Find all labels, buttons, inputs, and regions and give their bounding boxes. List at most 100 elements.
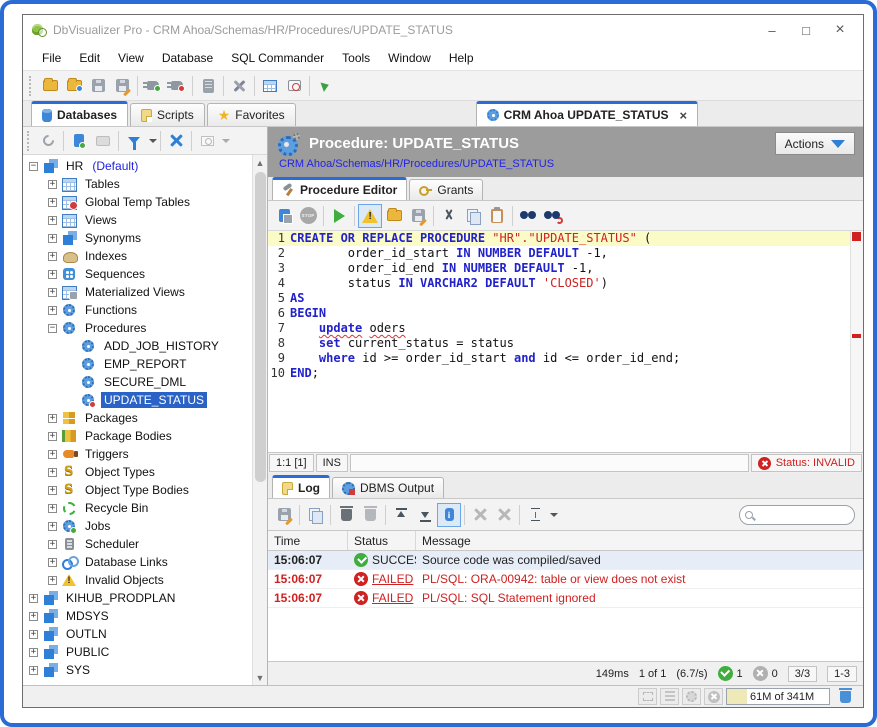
tree-expander-icon[interactable]: + bbox=[48, 180, 57, 189]
scroll-to-bottom-button[interactable] bbox=[413, 503, 437, 527]
paste-button[interactable] bbox=[485, 204, 509, 228]
code-line-6[interactable]: 6BEGIN bbox=[268, 306, 850, 321]
log-search-box[interactable] bbox=[739, 505, 855, 525]
tree-item-synonyms[interactable]: +Synonyms bbox=[23, 229, 252, 247]
tree-expander-icon[interactable]: + bbox=[29, 594, 38, 603]
scroll-up-icon[interactable]: ▲ bbox=[253, 155, 268, 170]
tree-item-views[interactable]: +Views bbox=[23, 211, 252, 229]
disconnect-button[interactable] bbox=[165, 74, 189, 98]
tree-expander-icon[interactable]: + bbox=[48, 288, 57, 297]
show-info-toggle[interactable]: i bbox=[437, 503, 461, 527]
log-row-failed[interactable]: 15:06:07FAILEDPL/SQL: SQL Statement igno… bbox=[268, 589, 863, 608]
tree-expander-icon[interactable]: + bbox=[48, 558, 57, 567]
tab-favorites[interactable]: ★ Favorites bbox=[207, 103, 296, 126]
tree-item-package-bodies[interactable]: +Package Bodies bbox=[23, 427, 252, 445]
search-input[interactable] bbox=[753, 507, 854, 523]
stop-button[interactable]: STOP bbox=[296, 204, 320, 228]
collapse-all-log-button[interactable] bbox=[492, 503, 516, 527]
find-replace-button[interactable] bbox=[540, 204, 564, 228]
tasks-button[interactable] bbox=[682, 688, 701, 705]
tree-expander-icon[interactable]: + bbox=[48, 522, 57, 531]
collapse-all-button[interactable] bbox=[164, 129, 188, 153]
toolbar-grip[interactable] bbox=[27, 131, 32, 151]
tree-item-kihub-prodplan[interactable]: +KIHUB_PRODPLAN bbox=[23, 589, 252, 607]
tab-scripts[interactable]: Scripts bbox=[130, 103, 205, 126]
expand-all-button[interactable] bbox=[468, 503, 492, 527]
log-row-success[interactable]: 15:06:07SUCCESSSource code was compiled/… bbox=[268, 551, 863, 570]
tree-expander-icon[interactable]: + bbox=[48, 468, 57, 477]
breadcrumb[interactable]: CRM Ahoa/Schemas/HR/Procedures/UPDATE_ST… bbox=[279, 158, 855, 170]
menu-edit[interactable]: Edit bbox=[70, 47, 109, 69]
monitor-button[interactable] bbox=[282, 74, 306, 98]
save-as-button[interactable] bbox=[110, 74, 134, 98]
menu-window[interactable]: Window bbox=[379, 47, 440, 69]
open-settings-button[interactable] bbox=[62, 74, 86, 98]
tree-expander-icon[interactable]: + bbox=[48, 306, 57, 315]
tree-expander-icon[interactable]: + bbox=[29, 612, 38, 621]
tree-expander-icon[interactable]: + bbox=[48, 234, 57, 243]
menu-help[interactable]: Help bbox=[440, 47, 483, 69]
minimize-button[interactable]: – bbox=[755, 17, 789, 43]
tab-log[interactable]: Log bbox=[272, 475, 330, 498]
error-marker-line7[interactable] bbox=[852, 334, 861, 338]
tree-expander-icon[interactable]: + bbox=[48, 504, 57, 513]
close-button[interactable]: × bbox=[823, 17, 857, 43]
actions-button[interactable]: Actions bbox=[775, 132, 855, 155]
tree-expander-icon[interactable]: + bbox=[48, 540, 57, 549]
spacing-dropdown-arrow[interactable] bbox=[550, 513, 558, 517]
grid-view-button[interactable] bbox=[258, 74, 282, 98]
code-line-4[interactable]: 4 status IN VARCHAR2 DEFAULT 'CLOSED') bbox=[268, 276, 850, 291]
tree-expander-icon[interactable]: + bbox=[48, 198, 57, 207]
new-connection-button[interactable] bbox=[67, 129, 91, 153]
save-to-database-button[interactable] bbox=[272, 204, 296, 228]
find-button[interactable] bbox=[516, 204, 540, 228]
cancel-tasks-button[interactable] bbox=[704, 688, 723, 705]
tree-expander-icon[interactable]: + bbox=[48, 252, 57, 261]
tab-procedure-editor[interactable]: Procedure Editor bbox=[272, 177, 407, 200]
tree-item-database-links[interactable]: +Database Links bbox=[23, 553, 252, 571]
clear-on-execute-button[interactable] bbox=[358, 503, 382, 527]
error-marker-strip[interactable] bbox=[850, 231, 863, 452]
tree-item-add-job-history[interactable]: ADD_JOB_HISTORY bbox=[23, 337, 252, 355]
tree-expander-icon[interactable]: − bbox=[29, 162, 38, 171]
tree-expander-icon[interactable]: + bbox=[48, 270, 57, 279]
save-to-file-button[interactable] bbox=[406, 204, 430, 228]
scroll-down-icon[interactable]: ▼ bbox=[253, 670, 268, 685]
tool-properties-button[interactable] bbox=[227, 74, 251, 98]
menu-sql-commander[interactable]: SQL Commander bbox=[222, 47, 333, 69]
show-errors-toggle[interactable] bbox=[358, 204, 382, 228]
tree-item-public[interactable]: +PUBLIC bbox=[23, 643, 252, 661]
code-line-1[interactable]: 1CREATE OR REPLACE PROCEDURE "HR"."UPDAT… bbox=[268, 231, 850, 246]
filter-button[interactable] bbox=[122, 129, 146, 153]
code-line-10[interactable]: 10END; bbox=[268, 366, 850, 381]
tree-expander-icon[interactable]: + bbox=[48, 216, 57, 225]
tree-expander-icon[interactable]: + bbox=[29, 666, 38, 675]
save-button[interactable] bbox=[86, 74, 110, 98]
scrollbar-track[interactable] bbox=[253, 170, 268, 670]
column-header-message[interactable]: Message bbox=[416, 531, 863, 550]
tree-item-object-types[interactable]: +Object Types bbox=[23, 463, 252, 481]
run-button[interactable] bbox=[313, 74, 337, 98]
tree-item-procedures[interactable]: −Procedures bbox=[23, 319, 252, 337]
scrollbar-thumb[interactable] bbox=[255, 172, 266, 482]
menu-view[interactable]: View bbox=[109, 47, 153, 69]
menu-database[interactable]: Database bbox=[153, 47, 222, 69]
tree-item-packages[interactable]: +Packages bbox=[23, 409, 252, 427]
error-marker-summary[interactable] bbox=[852, 232, 861, 241]
connections-button[interactable] bbox=[660, 688, 679, 705]
menu-file[interactable]: File bbox=[33, 47, 70, 69]
tree-item-scheduler[interactable]: +Scheduler bbox=[23, 535, 252, 553]
tab-databases[interactable]: Databases bbox=[31, 101, 128, 126]
column-header-time[interactable]: Time bbox=[268, 531, 348, 550]
sql-editor[interactable]: 1CREATE OR REPLACE PROCEDURE "HR"."UPDAT… bbox=[268, 231, 863, 453]
clear-log-button[interactable] bbox=[334, 503, 358, 527]
code-line-9[interactable]: 9 where id >= order_id_start and id <= o… bbox=[268, 351, 850, 366]
tree-item-recycle-bin[interactable]: +Recycle Bin bbox=[23, 499, 252, 517]
tree-expander-icon[interactable]: + bbox=[48, 576, 57, 585]
tree-item-secure-dml[interactable]: SECURE_DML bbox=[23, 373, 252, 391]
connect-button[interactable] bbox=[141, 74, 165, 98]
log-table-header[interactable]: Time Status Message bbox=[268, 531, 863, 551]
refresh-button[interactable] bbox=[36, 129, 60, 153]
scroll-to-top-button[interactable] bbox=[389, 503, 413, 527]
execute-button[interactable] bbox=[327, 204, 351, 228]
